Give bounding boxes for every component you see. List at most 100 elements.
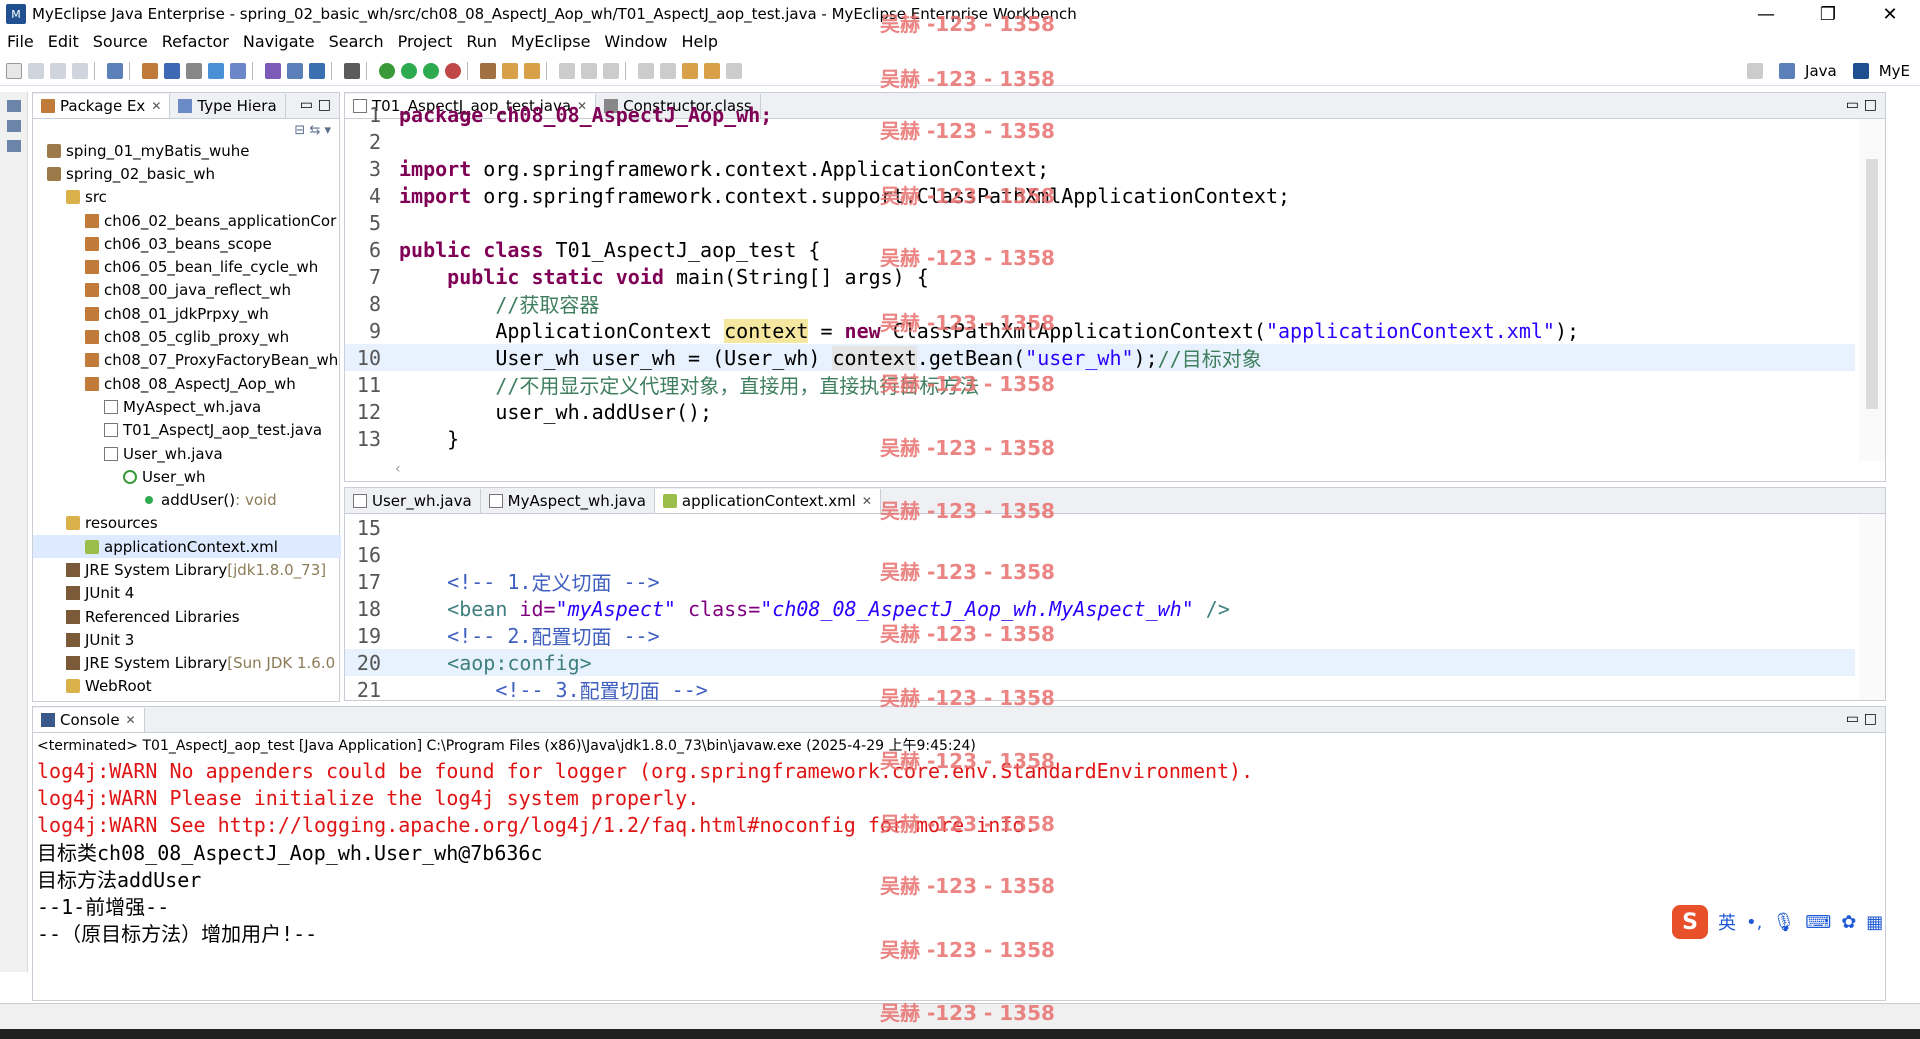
back-icon[interactable] — [704, 62, 720, 79]
marker-icon[interactable] — [524, 62, 540, 79]
open-resource-icon[interactable] — [164, 62, 180, 79]
run-icon[interactable] — [401, 62, 417, 79]
restore-icon[interactable] — [7, 100, 21, 112]
menu-run[interactable]: Run — [466, 32, 497, 51]
open-perspective-icon[interactable] — [1747, 63, 1764, 79]
tab-myaspect-wh-java[interactable]: MyAspect_wh.java — [481, 489, 655, 513]
collapse-all-icon[interactable]: ⊟ ⇆ ▾ — [294, 123, 331, 138]
menu-refactor[interactable]: Refactor — [162, 32, 229, 51]
tab-console[interactable]: Console ✕ — [33, 708, 145, 732]
tree-item[interactable]: JUnit 3 — [33, 628, 341, 651]
maximize-button[interactable]: ❐ — [1798, 0, 1858, 28]
last-edit-icon[interactable] — [682, 62, 698, 79]
tree-item[interactable]: JRE System Library [jdk1.8.0_73] — [33, 558, 341, 581]
menu-edit[interactable]: Edit — [48, 32, 79, 51]
tree-item[interactable]: sping_01_myBatis_wuhe — [33, 139, 341, 162]
tab-package-explorer[interactable]: Package Ex ✕ — [33, 94, 171, 118]
maximize-view-icon[interactable]: □ — [1864, 97, 1877, 113]
menu-project[interactable]: Project — [398, 32, 453, 51]
tree-item[interactable]: T01_AspectJ_aop_test.java — [33, 419, 341, 442]
pin-icon[interactable] — [581, 62, 597, 79]
close-button[interactable]: ✕ — [1860, 0, 1920, 28]
tree-item[interactable]: ch06_02_beans_applicationCor — [33, 209, 341, 232]
print-icon[interactable] — [72, 62, 88, 79]
close-icon[interactable]: ✕ — [862, 494, 872, 508]
java-perspective-button[interactable]: Java — [1805, 62, 1837, 80]
close-icon[interactable]: ✕ — [151, 99, 161, 113]
annotation-icon[interactable] — [559, 62, 575, 79]
scrollbar-thumb[interactable] — [1866, 159, 1878, 409]
tree-item[interactable]: addUser() : void — [33, 488, 341, 511]
web-browser-icon[interactable] — [230, 62, 246, 79]
save-icon[interactable] — [28, 62, 44, 79]
tab-application-context-xml[interactable]: applicationContext.xml ✕ — [654, 489, 881, 513]
minimize-button[interactable]: — — [1736, 0, 1796, 28]
next-annotation-icon[interactable] — [638, 62, 654, 79]
console-toggle-icon[interactable] — [344, 62, 360, 79]
tree-item[interactable]: JRE System Library [Sun JDK 1.6.0 — [33, 652, 341, 675]
minimize-view-icon[interactable]: ▭ — [1846, 711, 1859, 727]
tool-icon[interactable] — [265, 62, 281, 79]
previous-annotation-icon[interactable] — [660, 62, 676, 79]
external-tools-icon[interactable] — [445, 62, 461, 79]
tree-item[interactable]: JUnit 4 — [33, 582, 341, 605]
horizontal-scrollbar[interactable]: ‹ — [395, 461, 1859, 481]
toolbox-icon[interactable]: ▦ — [1866, 912, 1883, 933]
maximize-view-icon[interactable]: □ — [1864, 711, 1877, 727]
console-output[interactable]: log4j:WARN No appenders could be found f… — [37, 757, 1253, 947]
menu-source[interactable]: Source — [93, 32, 148, 51]
tree-item[interactable]: applicationContext.xml — [33, 535, 341, 559]
tab-user-wh-java[interactable]: User_wh.java — [345, 489, 481, 513]
microphone-icon[interactable]: 🎙 — [1772, 912, 1795, 933]
tree-item[interactable]: ch08_00_java_reflect_wh — [33, 279, 341, 302]
vertical-scrollbar[interactable] — [1859, 119, 1885, 461]
tree-item[interactable]: ch08_07_ProxyFactoryBean_wh — [33, 349, 341, 372]
tree-item[interactable]: ch08_01_jdkPrpxy_wh — [33, 302, 341, 325]
tree-item[interactable]: ch08_05_cglib_proxy_wh — [33, 325, 341, 348]
menu-myeclipse[interactable]: MyEclipse — [511, 32, 590, 51]
tree-item[interactable]: resources — [33, 512, 341, 535]
view-icon[interactable] — [7, 120, 21, 132]
xml-code-area[interactable]: 15 16 17 <!-- 1. 定义切面 --> 18 <bean id= "my… — [345, 514, 1855, 700]
tool-icon[interactable] — [287, 62, 303, 79]
search-icon[interactable] — [480, 62, 496, 79]
block-selection-icon[interactable] — [603, 62, 619, 79]
save-all-icon[interactable] — [50, 62, 66, 79]
open-type-icon[interactable] — [142, 62, 158, 79]
server-icon[interactable] — [186, 62, 202, 79]
forward-icon[interactable] — [726, 62, 742, 79]
sogou-logo-icon[interactable]: S — [1672, 905, 1708, 939]
debug-icon[interactable] — [379, 62, 395, 79]
menu-window[interactable]: Window — [604, 32, 667, 51]
maximize-view-icon[interactable]: □ — [318, 97, 331, 113]
tree-item[interactable]: User_wh.java — [33, 442, 341, 465]
menu-navigate[interactable]: Navigate — [243, 32, 315, 51]
myeclipse-perspective-button[interactable]: MyE — [1879, 62, 1910, 80]
tree-item[interactable]: Referenced Libraries — [33, 605, 341, 628]
tree-item[interactable]: User_wh — [33, 465, 341, 488]
tree-item[interactable]: WebRoot — [33, 675, 341, 698]
minimize-view-icon[interactable]: ▭ — [300, 97, 313, 113]
new-icon[interactable] — [6, 62, 22, 79]
menu-search[interactable]: Search — [329, 32, 384, 51]
tab-type-hierarchy[interactable]: Type Hiera — [170, 94, 286, 118]
tree-item[interactable]: ch06_03_beans_scope — [33, 232, 341, 255]
coverage-icon[interactable] — [423, 62, 439, 79]
keyboard-icon[interactable]: ⌨ — [1805, 912, 1831, 933]
skin-icon[interactable]: ✿ — [1841, 912, 1856, 933]
java-code-area[interactable]: 1 package ch08_08_AspectJ_Aop_wh; 2 3 impo… — [345, 101, 1855, 452]
close-icon[interactable]: ✕ — [126, 713, 136, 727]
ime-language-toggle[interactable]: 英 — [1718, 909, 1736, 935]
punctuation-icon[interactable]: •, — [1746, 912, 1762, 933]
new-java-project-icon[interactable] — [107, 62, 123, 79]
web-icon[interactable] — [309, 62, 325, 79]
deploy-icon[interactable] — [208, 62, 224, 79]
vertical-scrollbar[interactable] — [1859, 514, 1885, 700]
view-icon[interactable] — [7, 140, 21, 152]
tree-item[interactable]: MyAspect_wh.java — [33, 395, 341, 418]
tree-item[interactable]: ch06_05_bean_life_cycle_wh — [33, 255, 341, 278]
tree-item[interactable]: ch08_08_AspectJ_Aop_wh — [33, 372, 341, 395]
tree-item[interactable]: src — [33, 186, 341, 209]
open-folder-icon[interactable] — [502, 62, 518, 79]
tree-item[interactable]: spring_02_basic_wh — [33, 162, 341, 185]
